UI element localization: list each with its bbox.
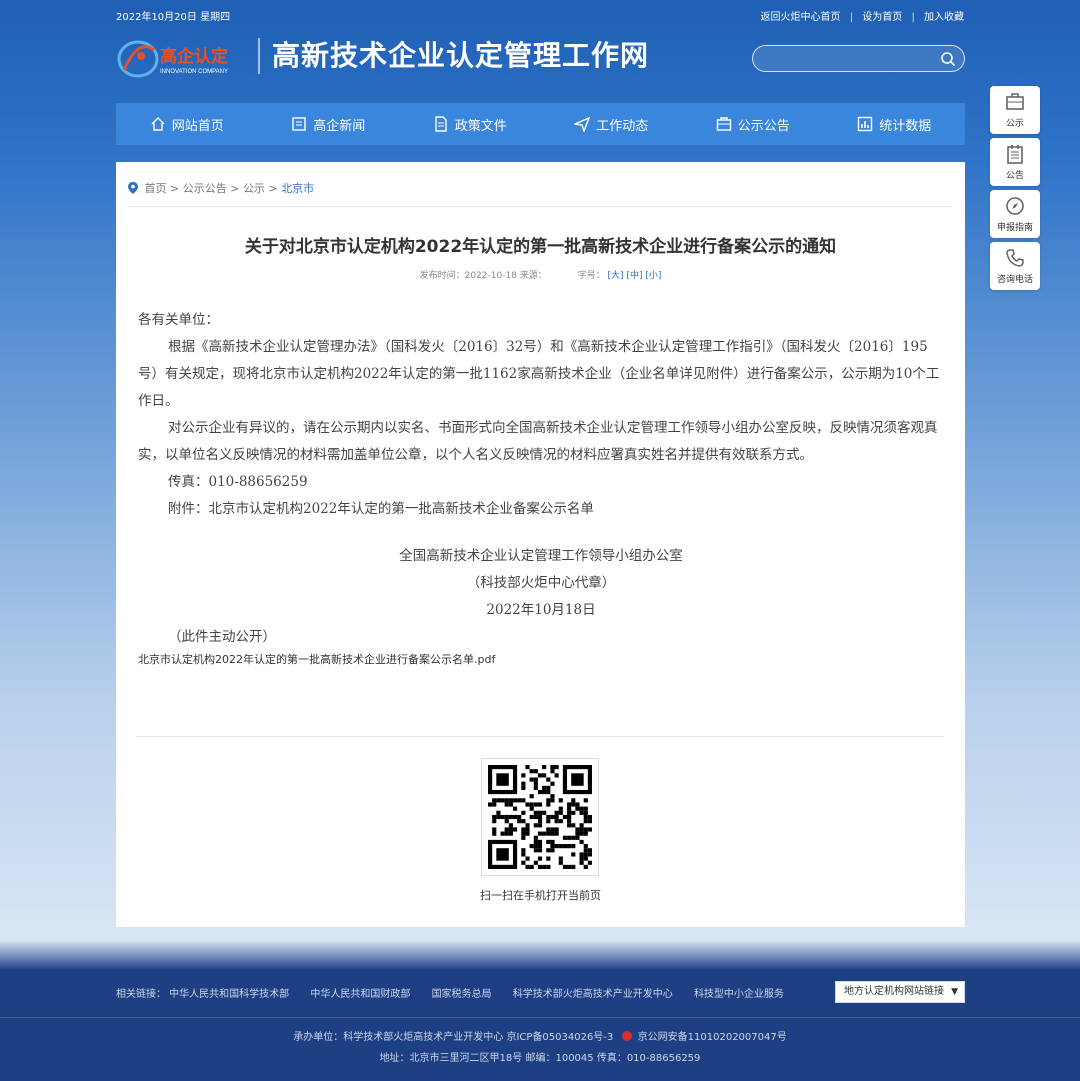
signature-date: 2022年10月18日 <box>486 602 596 618</box>
link-set-homepage[interactable]: 设为首页 <box>862 12 902 23</box>
police-badge-icon <box>622 1031 633 1041</box>
font-size-label: 字号： <box>577 271 605 281</box>
nav-stats[interactable]: 统计数据 <box>824 103 966 145</box>
link-home-torch[interactable]: 返回火炬中心首页 <box>761 12 841 23</box>
police-record[interactable]: 京公网安备11010202007047号 <box>638 1032 787 1043</box>
breadcrumb-sep: > <box>268 182 278 195</box>
publish-info: 发布时间：2022-10-18 来源： <box>419 271 547 281</box>
select-label: 地方认定机构网站链接 <box>844 986 944 997</box>
footer-info: 承办单位：科学技术部火炬高技术产业开发中心 京ICP备05034026号-3 京… <box>0 1028 1080 1043</box>
public-note: （此件主动公开） <box>168 629 276 645</box>
send-icon <box>574 116 591 132</box>
organizer-info: 承办单位：科学技术部火炬高技术产业开发中心 京ICP备05034026号-3 <box>293 1032 614 1043</box>
qr-caption: 扫一扫在手机打开当前页 <box>480 889 601 902</box>
briefcase-icon <box>1006 93 1024 110</box>
sidebar-label: 申报指南 <box>996 223 1033 233</box>
footer-link[interactable]: 中华人民共和国财政部 <box>310 989 410 1000</box>
search-box[interactable] <box>752 45 965 72</box>
chart-icon <box>858 116 873 132</box>
footer-link[interactable]: 相关链接： 中华人民共和国科学技术部 <box>116 989 289 1000</box>
nav-news[interactable]: 高企新闻 <box>258 103 400 145</box>
paragraph: 根据《高新技术企业认定管理办法》（国科发火〔2016〕32号）和《高新技术企业认… <box>138 339 940 409</box>
logo-text: 高企认定 <box>160 46 228 66</box>
search-input[interactable] <box>763 50 933 68</box>
qr-code <box>481 758 599 876</box>
sidebar-item-guide[interactable]: 申报指南 <box>990 190 1040 238</box>
current-date: 2022年10月20日 星期四 <box>116 12 231 23</box>
sidebar-label: 公示 <box>1005 119 1024 129</box>
location-pin-icon <box>128 182 138 194</box>
breadcrumb-notices[interactable]: 公示公告 <box>183 182 227 195</box>
font-size-medium[interactable]: [中] <box>626 271 642 281</box>
divider: | <box>911 12 915 23</box>
top-links: 返回火炬中心首页 | 设为首页 | 加入收藏 <box>755 8 965 23</box>
breadcrumb-sep: > <box>230 182 240 195</box>
font-size-small[interactable]: [小] <box>645 271 661 281</box>
sidebar-item-publicity[interactable]: 公示 <box>990 86 1040 134</box>
nav-label: 统计数据 <box>879 118 932 134</box>
nav-label: 网站首页 <box>171 118 224 134</box>
divider: | <box>849 12 854 23</box>
nav-label: 公示公告 <box>737 118 790 134</box>
article-body: 各有关单位： 根据《高新技术企业认定管理办法》（国科发火〔2016〕32号）和《… <box>138 307 944 669</box>
article-meta: 发布时间：2022-10-18 来源： 字号： [大] [中] [小] <box>116 268 965 281</box>
notice-icon <box>1007 145 1023 164</box>
article-panel: 首页 > 公示公告 > 公示 > 北京市 关于对北京市认定机构2022年认定的第… <box>116 162 965 927</box>
nav-home[interactable]: 网站首页 <box>116 103 258 145</box>
nav-work[interactable]: 工作动态 <box>541 103 683 145</box>
signature-sub: （科技部火炬中心代章） <box>466 575 616 591</box>
footer-link[interactable]: 国家税务总局 <box>432 989 492 1000</box>
logo-subtext: INNOVATION COMPANY <box>160 69 228 75</box>
greeting: 各有关单位： <box>138 312 219 328</box>
compass-icon <box>1006 197 1024 215</box>
breadcrumb-sep: > <box>170 182 180 195</box>
document-icon <box>435 116 447 132</box>
footer-address: 地址：北京市三里河二区甲18号 邮编：100045 传真：010-8865625… <box>379 1053 701 1064</box>
divider <box>136 736 944 737</box>
related-links: 相关链接： 中华人民共和国科学技术部 中华人民共和国财政部 国家税务总局 科学技… <box>116 985 802 1000</box>
home-icon <box>151 117 165 131</box>
sidebar-item-notice[interactable]: 公告 <box>990 138 1040 186</box>
footer: 相关链接： 中华人民共和国科学技术部 中华人民共和国财政部 国家税务总局 科学技… <box>0 969 1080 1081</box>
nav-policy[interactable]: 政策文件 <box>399 103 541 145</box>
signature-org: 全国高新技术企业认定管理工作领导小组办公室 <box>399 548 683 564</box>
attachment-note: 附件：北京市认定机构2022年认定的第一批高新技术企业备案公示名单 <box>168 501 594 517</box>
breadcrumb-current[interactable]: 北京市 <box>281 182 314 195</box>
attachment-link[interactable]: 北京市认定机构2022年认定的第一批高新技术企业进行备案公示名单.pdf <box>138 651 944 669</box>
fax-line: 传真：010-88656259 <box>168 474 308 490</box>
nav-label: 高企新闻 <box>313 118 366 134</box>
nav-label: 政策文件 <box>454 118 507 134</box>
sidebar-item-phone[interactable]: 咨询电话 <box>990 242 1040 290</box>
search-icon[interactable] <box>940 51 956 67</box>
main-nav: 网站首页 高企新闻 政策文件 工作动态 公示公告 统计数据 <box>116 103 965 145</box>
top-bar: 2022年10月20日 星期四 返回火炬中心首页 | 设为首页 | 加入收藏 <box>116 6 965 23</box>
footer-link[interactable]: 科学技术部火炬高技术产业开发中心 <box>513 989 673 1000</box>
news-icon <box>292 117 306 131</box>
footer-link[interactable]: 科技型中小企业服务 <box>694 989 784 1000</box>
floating-sidebar: 公示 公告 申报指南 咨询电话 <box>990 86 1040 294</box>
phone-icon <box>1006 249 1024 267</box>
divider <box>0 1017 1080 1018</box>
sidebar-label: 咨询电话 <box>996 275 1033 285</box>
breadcrumb-home[interactable]: 首页 <box>145 182 167 195</box>
briefcase-icon <box>716 117 731 131</box>
site-title: 高新技术企业认定管理工作网 <box>258 38 649 74</box>
nav-notice[interactable]: 公示公告 <box>682 103 824 145</box>
article-title: 关于对北京市认定机构2022年认定的第一批高新技术企业进行备案公示的通知 <box>244 237 837 257</box>
nav-label: 工作动态 <box>596 118 649 134</box>
paragraph: 对公示企业有异议的，请在公示期内以实名、书面形式向全国高新技术企业认定管理工作领… <box>138 420 938 463</box>
breadcrumb: 首页 > 公示公告 > 公示 > 北京市 <box>128 180 314 196</box>
sidebar-label: 公告 <box>1005 171 1024 181</box>
qr-code-image <box>488 765 592 869</box>
site-logo[interactable]: 高企认定 INNOVATION COMPANY <box>116 36 251 80</box>
divider <box>128 206 952 207</box>
font-size-large[interactable]: [大] <box>608 271 624 281</box>
local-sites-select[interactable]: 地方认定机构网站链接 ▼ <box>835 981 965 1003</box>
dropdown-arrow-icon: ▼ <box>951 987 958 997</box>
link-add-favorite[interactable]: 加入收藏 <box>924 12 964 23</box>
breadcrumb-publicity[interactable]: 公示 <box>243 182 265 195</box>
